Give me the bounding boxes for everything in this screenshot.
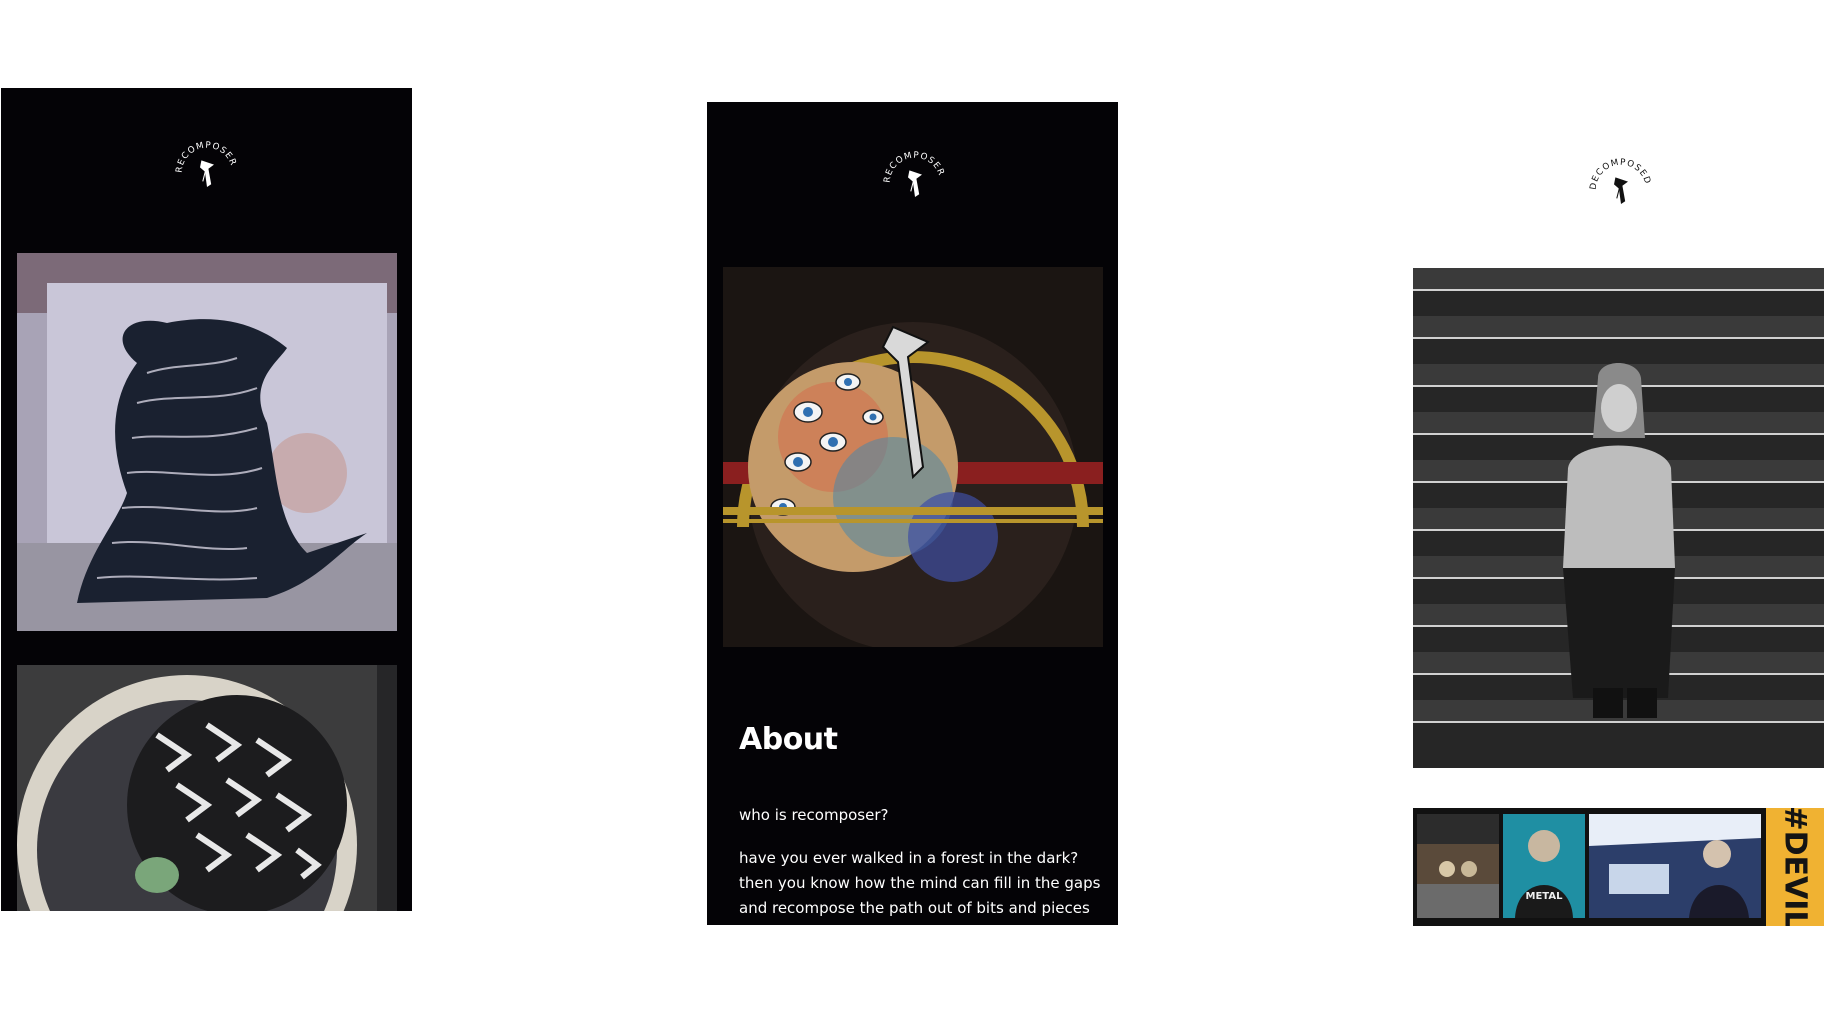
- decomposed-logo-icon[interactable]: DECOMPOSED: [1586, 155, 1656, 225]
- stairs-portrait-photo[interactable]: [1413, 268, 1824, 768]
- abstract-circle-artwork-image[interactable]: [17, 665, 397, 911]
- about-body-text: have you ever walked in a forest in the …: [739, 846, 1109, 921]
- hashtag-text: #DEVIL: [1777, 808, 1813, 926]
- screen-recomposer-about: RECOMPOSER About who is recomposer? have…: [707, 102, 1118, 925]
- tent-scene-thumbnail[interactable]: [1589, 814, 1761, 918]
- event-photos-strip[interactable]: METAL #DEVIL: [1413, 808, 1824, 926]
- screen-decomposed-home: DECOMPOSED METAL #DEVIL: [1413, 100, 1824, 926]
- cat-artwork-image[interactable]: [17, 253, 397, 631]
- about-heading: About: [739, 722, 838, 757]
- screen-recomposer-gallery: RECOMPOSER: [1, 88, 412, 911]
- recomposer-logo-icon[interactable]: RECOMPOSER: [172, 138, 242, 208]
- recomposer-logo-icon[interactable]: RECOMPOSER: [880, 148, 950, 218]
- concert-stage-thumbnail[interactable]: [1417, 814, 1499, 918]
- cosmic-eyes-artwork-image[interactable]: [723, 267, 1103, 647]
- about-line: have you ever walked in a forest in the …: [739, 849, 1079, 867]
- devil-hashtag-banner[interactable]: #DEVIL: [1766, 808, 1824, 926]
- about-line: and recompose the path out of bits and p…: [739, 899, 1090, 917]
- about-question: who is recomposer?: [739, 806, 889, 824]
- svg-text:METAL: METAL: [1526, 891, 1564, 902]
- about-line: then you know how the mind can fill in t…: [739, 874, 1101, 892]
- band-member-thumbnail[interactable]: METAL: [1503, 814, 1585, 918]
